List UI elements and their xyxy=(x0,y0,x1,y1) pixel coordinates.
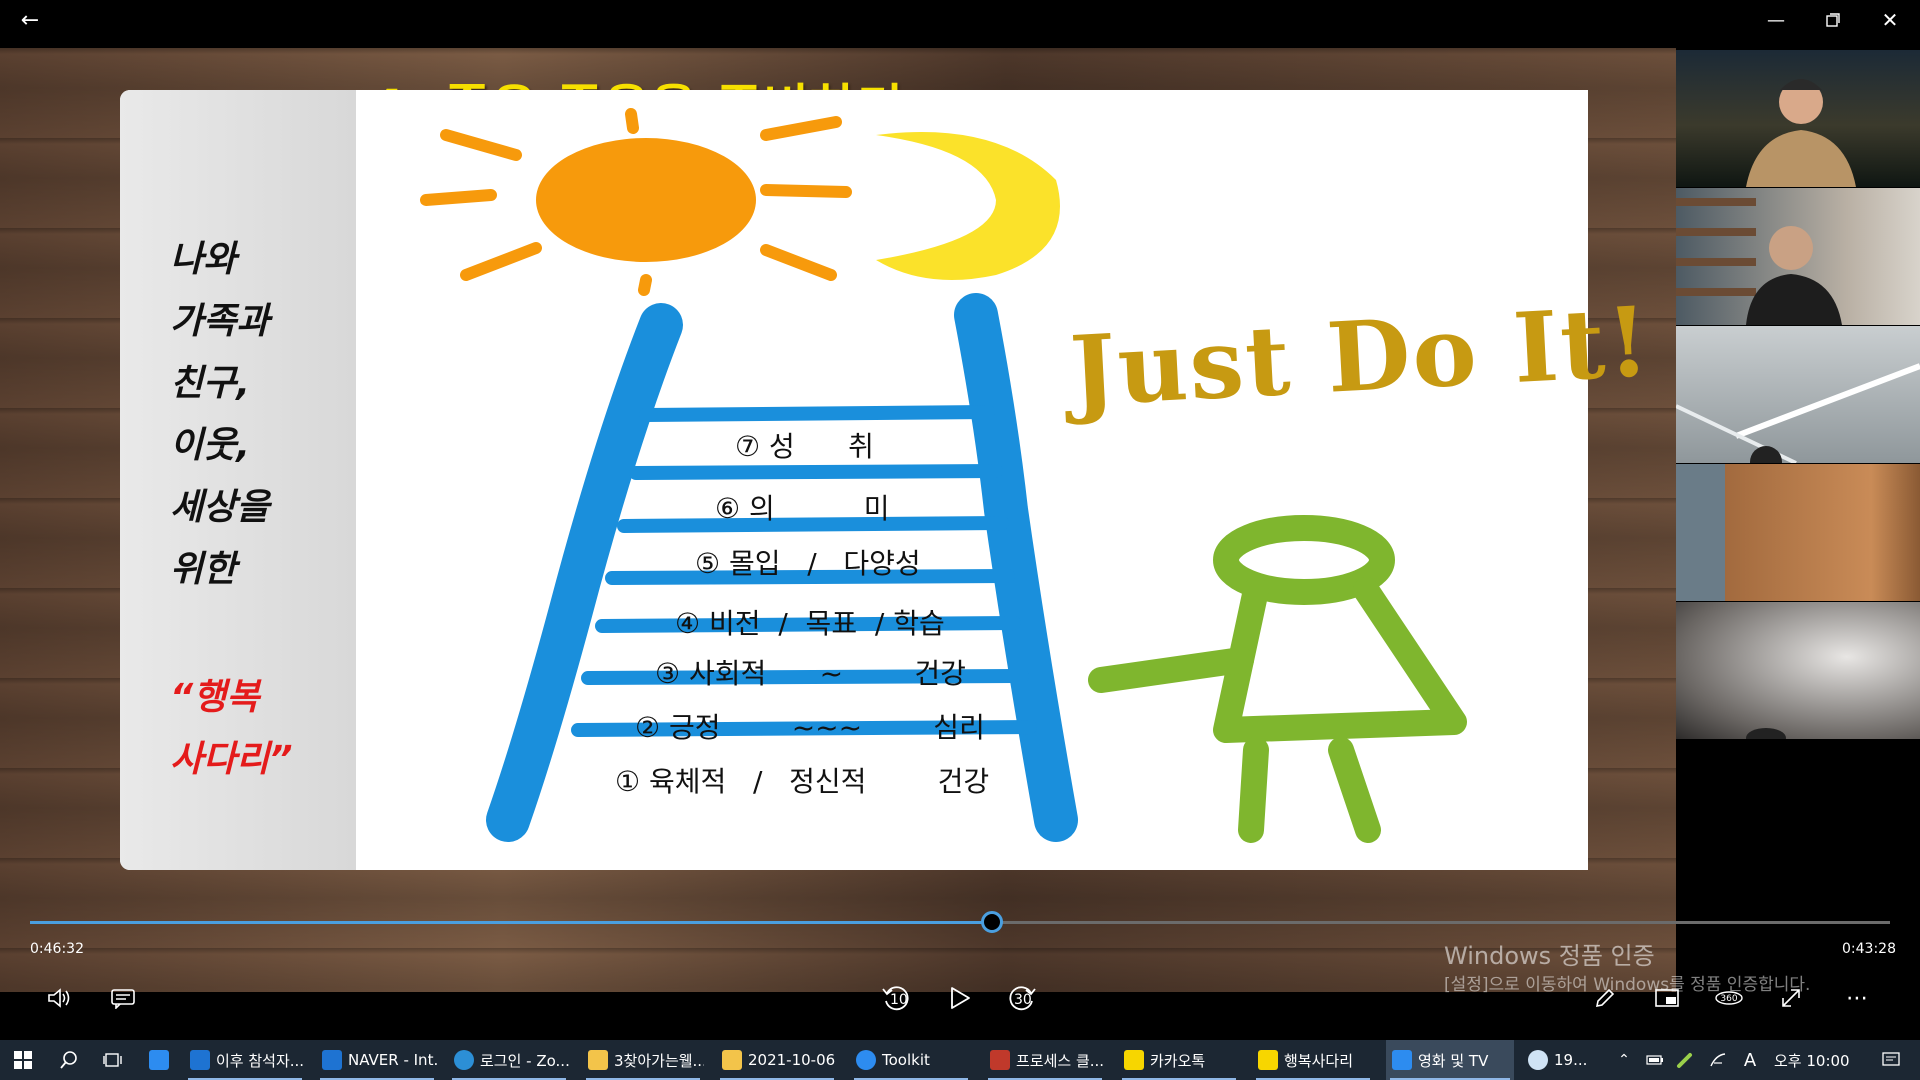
rung-label: ⑦ 성 취 xyxy=(735,430,874,463)
participant-tile[interactable] xyxy=(1676,602,1920,739)
side-line: 친구, xyxy=(170,363,250,404)
rung-label: ④ 비전 / 목표 / 학습 xyxy=(675,607,945,640)
taskbar-app-label: 프로세스 클... xyxy=(1016,1051,1105,1070)
ladder-illustration xyxy=(420,108,1467,843)
mini-view-icon[interactable] xyxy=(1647,978,1687,1018)
side-line: 세상을 xyxy=(170,487,270,528)
slide-side-card: 나와 가족과 친구, 이웃, 세상을 위한 “행복 사다리” xyxy=(120,90,356,870)
moon-icon xyxy=(876,132,1060,280)
taskbar-app[interactable]: NAVER - Int... xyxy=(316,1040,438,1080)
minimize-icon[interactable]: — xyxy=(1756,0,1796,40)
side-quote-line: “행복 xyxy=(170,677,260,718)
rewind-10-icon[interactable]: 10 xyxy=(876,978,916,1018)
edge-icon xyxy=(454,1050,474,1070)
taskbar-app[interactable]: 2021-10-06 ... xyxy=(716,1040,838,1080)
forward-label: 30 xyxy=(1014,992,1032,1008)
captions-icon[interactable] xyxy=(103,978,143,1018)
chevron-up-icon[interactable]: ⌃ xyxy=(1614,1040,1634,1080)
browser-icon xyxy=(322,1050,342,1070)
clock[interactable]: 오후 10:00 xyxy=(1774,1040,1864,1080)
participant-panel xyxy=(1676,48,1920,1000)
fullscreen-icon[interactable] xyxy=(1771,978,1811,1018)
elapsed-time: 0:46:32 xyxy=(30,941,84,957)
taskbar: 이후 참석자... NAVER - Int... 로그인 - Zo... 3찾아… xyxy=(0,1040,1920,1080)
task-view-icon[interactable] xyxy=(98,1040,128,1080)
play-button[interactable] xyxy=(940,978,980,1018)
taskbar-app-label: 로그인 - Zo... xyxy=(480,1051,570,1070)
pen-tray-icon[interactable] xyxy=(1674,1040,1696,1080)
taskbar-app-label: 이후 참석자... xyxy=(216,1051,305,1070)
taskbar-app[interactable]: 이후 참석자... xyxy=(184,1040,306,1080)
touch-keyboard-icon[interactable] xyxy=(1706,1040,1730,1080)
weather-cloud-icon xyxy=(1528,1050,1548,1070)
back-arrow-icon[interactable]: ← xyxy=(12,0,48,40)
taskbar-app[interactable]: 3찾아가는웰... xyxy=(582,1040,704,1080)
taskbar-app-label: 행복사다리 xyxy=(1284,1051,1354,1070)
weather-text: 19... xyxy=(1554,1051,1588,1069)
close-icon[interactable]: ✕ xyxy=(1870,0,1910,40)
taskbar-app-label: 2021-10-06 ... xyxy=(748,1051,838,1069)
app-icon[interactable] xyxy=(144,1040,174,1080)
restore-icon[interactable] xyxy=(1813,0,1853,40)
taskbar-app-active[interactable]: 영화 및 TV xyxy=(1386,1040,1514,1080)
pen-icon[interactable] xyxy=(1585,978,1625,1018)
side-line: 위한 xyxy=(170,549,237,590)
search-icon[interactable] xyxy=(54,1040,84,1080)
battery-icon[interactable] xyxy=(1644,1040,1666,1080)
taskbar-app-label: NAVER - Int... xyxy=(348,1051,438,1069)
rung-label: ③ 사회적 ~ 건강 xyxy=(655,657,966,690)
sun-icon xyxy=(420,108,852,296)
side-line: 가족과 xyxy=(170,301,270,342)
side-line: 이웃, xyxy=(170,425,250,466)
participant-tile[interactable] xyxy=(1676,464,1920,601)
volume-icon[interactable] xyxy=(40,978,80,1018)
browser-icon xyxy=(190,1050,210,1070)
side-line: 나와 xyxy=(170,239,237,280)
side-quote-line: 사다리” xyxy=(170,739,293,780)
process-icon xyxy=(990,1050,1010,1070)
taskbar-app-label: 3찾아가는웰... xyxy=(614,1051,704,1070)
kakaotalk-icon xyxy=(1124,1050,1144,1070)
start-icon[interactable] xyxy=(8,1040,38,1080)
rung-label: ⑤ 몰입 / 다양성 xyxy=(695,547,921,580)
participant-tile[interactable] xyxy=(1676,50,1920,187)
movies-tv-icon xyxy=(1392,1050,1412,1070)
progress-fill xyxy=(30,921,992,924)
kakaotalk-icon xyxy=(1258,1050,1278,1070)
rung-label: ① 육체적 / 정신적 건강 xyxy=(615,765,990,798)
rung-label: ⑥ 의 미 xyxy=(715,492,890,525)
person-figure-icon xyxy=(1088,515,1467,843)
taskbar-app-label: 영화 및 TV xyxy=(1418,1051,1489,1070)
taskbar-app[interactable]: 로그인 - Zo... xyxy=(448,1040,570,1080)
notification-icon[interactable] xyxy=(1876,1040,1906,1080)
folder-icon xyxy=(722,1050,742,1070)
rewind-label: 10 xyxy=(890,992,908,1008)
more-options-icon[interactable]: ⋯ xyxy=(1837,978,1877,1018)
taskbar-app[interactable]: 프로세스 클... xyxy=(984,1040,1106,1080)
progress-thumb[interactable] xyxy=(981,911,1003,933)
activation-watermark-subtitle: [설정]으로 이동하여 Windows를 정품 인증합니다. xyxy=(1444,975,1811,995)
taskbar-app[interactable]: 행복사다리 xyxy=(1252,1040,1374,1080)
toolkit-icon xyxy=(856,1050,876,1070)
folder-icon xyxy=(588,1050,608,1070)
participant-tile[interactable] xyxy=(1676,326,1920,463)
activation-watermark-title: Windows 정품 인증 xyxy=(1444,942,1655,970)
ime-indicator[interactable]: A xyxy=(1740,1040,1760,1080)
taskbar-app-label: Toolkit xyxy=(882,1051,930,1069)
taskbar-app-label: 카카오톡 xyxy=(1150,1051,1206,1070)
title-bar: ← — ✕ xyxy=(0,0,1920,48)
360-view-icon[interactable]: 360 xyxy=(1709,978,1749,1018)
rung-label: ② 긍정 ~~~ 심리 xyxy=(635,711,985,744)
taskbar-app[interactable]: 카카오톡 xyxy=(1118,1040,1240,1080)
forward-30-icon[interactable]: 30 xyxy=(1002,978,1042,1018)
remaining-time: 0:43:28 xyxy=(1842,941,1896,957)
taskbar-app[interactable]: Toolkit xyxy=(850,1040,972,1080)
participant-tile[interactable] xyxy=(1676,188,1920,325)
svg-text:360: 360 xyxy=(1720,994,1737,1004)
weather-widget[interactable]: 19... xyxy=(1528,1040,1600,1080)
